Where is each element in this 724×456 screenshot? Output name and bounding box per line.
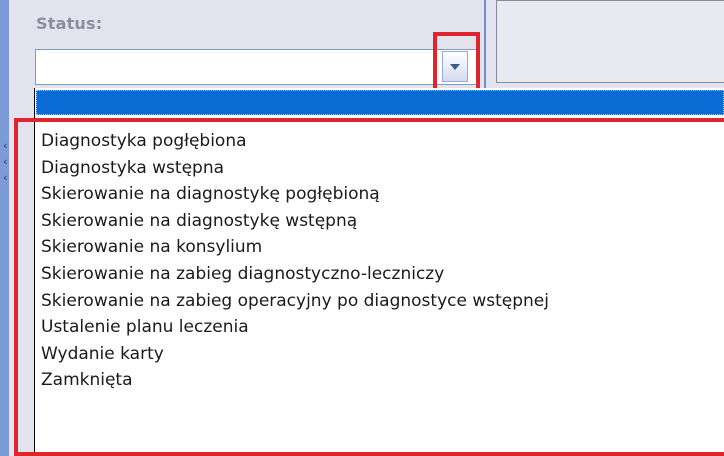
window-edge (0, 0, 9, 456)
dropdown-item-empty-selected[interactable] (36, 90, 724, 115)
adjacent-panel (496, 0, 724, 83)
options-highlight (14, 118, 724, 456)
status-combobox[interactable] (35, 49, 478, 85)
status-label: Status: (36, 14, 103, 33)
panel-divider (484, 0, 486, 90)
left-edge-marks: ‹ ‹ ‹ (2, 139, 9, 184)
